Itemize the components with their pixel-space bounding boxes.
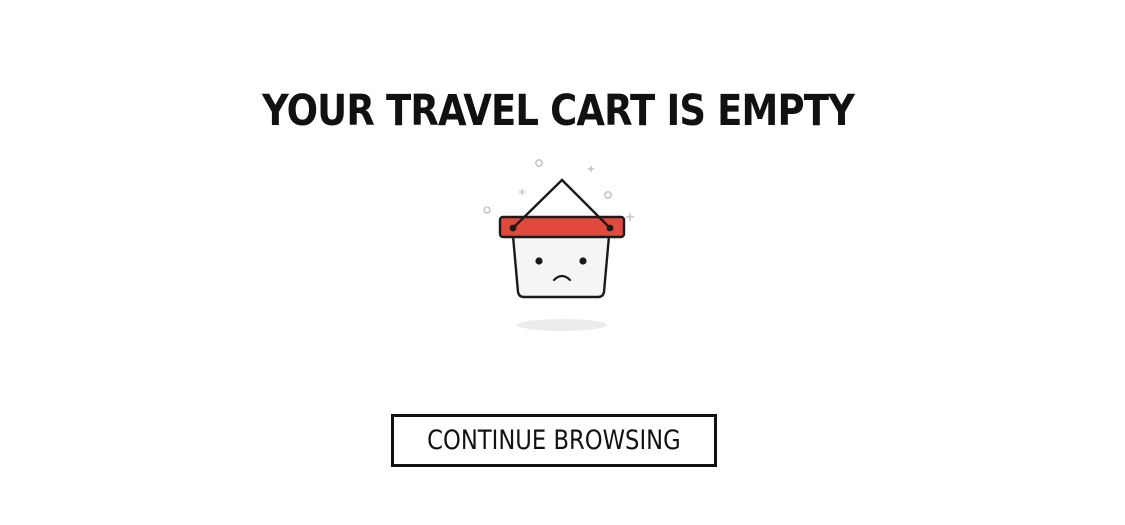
sparkle-decorations [483,159,634,221]
sparkle-star-top [588,166,594,172]
title-prefix: YOUR TRAVEL CART IS [261,85,718,136]
basket-rim [498,215,626,239]
sparkle-star-right [626,213,634,221]
sparkle-circle-right [604,191,612,199]
sparkle-star-left [519,189,525,195]
empty-basket-illustration [476,152,646,337]
sparkle-circle-left [483,206,491,214]
handle-rivet-left [509,224,517,232]
sparkle-circle-top [535,159,543,167]
continue-browsing-button[interactable]: CONTINUE BROWSING [391,414,717,467]
page-title: YOUR TRAVEL CART IS EMPTY [78,83,1038,139]
title-emphasis: EMPTY [717,85,855,136]
handle-rivet-right [606,224,614,232]
continue-browsing-label: CONTINUE BROWSING [427,425,681,456]
basket-body [511,234,611,299]
basket-eye-right [579,257,587,265]
sad-basket-icon [483,159,634,331]
basket-shadow [517,319,607,331]
basket-eye-left [535,257,543,265]
